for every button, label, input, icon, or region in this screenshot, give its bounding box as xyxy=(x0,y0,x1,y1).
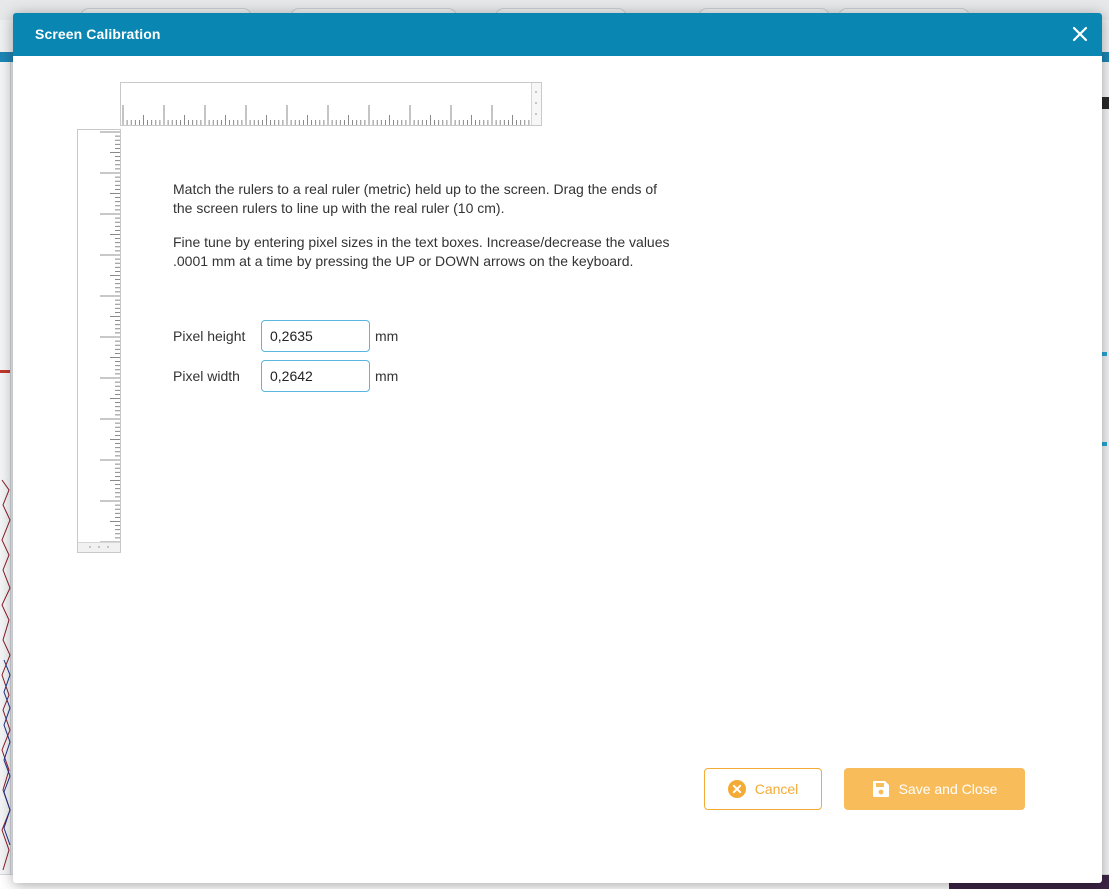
vertical-ruler-ticks xyxy=(100,131,120,543)
dialog-title: Screen Calibration xyxy=(35,26,161,42)
pixel-height-unit: mm xyxy=(375,328,399,344)
grip-dot xyxy=(98,546,100,548)
dialog-header: Screen Calibration xyxy=(13,13,1102,56)
cancel-button-label: Cancel xyxy=(754,781,799,797)
vertical-ruler-resize-handle[interactable] xyxy=(78,542,120,552)
cancel-circle-icon xyxy=(727,780,746,798)
close-icon xyxy=(1072,26,1088,42)
pixel-width-input[interactable] xyxy=(261,360,370,392)
horizontal-ruler-ticks xyxy=(122,105,533,125)
calibration-instructions: Match the rulers to a real ruler (metric… xyxy=(173,180,673,286)
horizontal-ruler[interactable] xyxy=(120,82,542,126)
pixel-width-row: Pixel width mm xyxy=(173,360,398,392)
grip-dot xyxy=(107,546,109,548)
pixel-width-unit: mm xyxy=(375,368,399,384)
save-button-label: Save and Close xyxy=(898,781,998,797)
instructions-paragraph: Fine tune by entering pixel sizes in the… xyxy=(173,234,670,269)
save-icon xyxy=(872,780,890,798)
pixel-height-label: Pixel height xyxy=(173,328,246,344)
instructions-paragraph: Match the rulers to a real ruler (metric… xyxy=(173,181,658,216)
background-marker xyxy=(0,370,10,373)
grip-dot xyxy=(535,102,537,104)
grip-dot xyxy=(535,91,537,93)
save-and-close-button[interactable]: Save and Close xyxy=(844,768,1025,810)
vertical-ruler[interactable] xyxy=(77,129,121,553)
close-button[interactable] xyxy=(1068,22,1092,46)
background-waveform xyxy=(1,479,11,871)
grip-dot xyxy=(89,546,91,548)
cancel-button[interactable]: Cancel xyxy=(704,768,822,810)
pixel-width-label: Pixel width xyxy=(173,368,240,384)
grip-dot xyxy=(535,113,537,115)
horizontal-ruler-resize-handle[interactable] xyxy=(531,83,541,125)
pixel-height-row: Pixel height mm xyxy=(173,320,398,352)
pixel-height-input[interactable] xyxy=(261,320,370,352)
screen-calibration-dialog: Screen Calibration Match the rulers to a… xyxy=(13,13,1102,883)
